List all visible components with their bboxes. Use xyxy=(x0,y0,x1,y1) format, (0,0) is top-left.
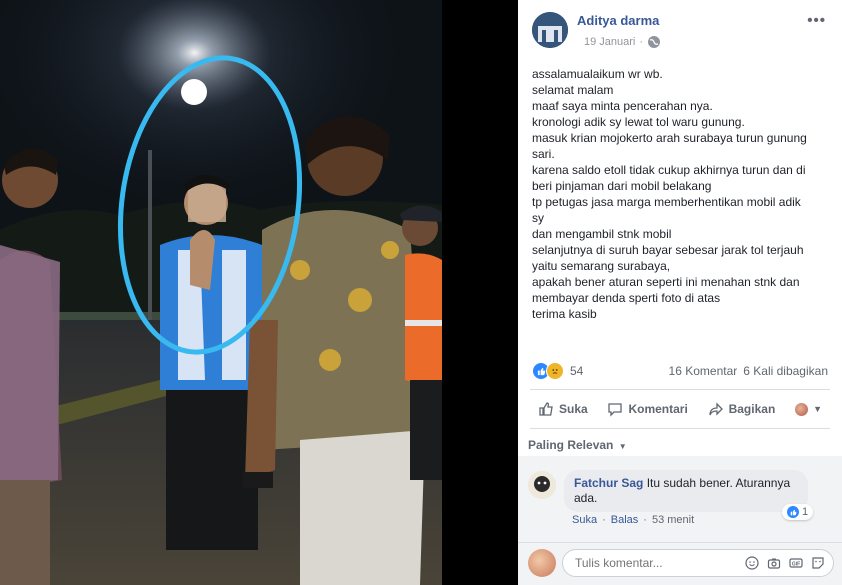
reaction-summary[interactable]: 54 xyxy=(532,362,583,380)
comment-button[interactable]: Komentari xyxy=(599,399,695,419)
chevron-down-icon: ▼ xyxy=(813,404,822,414)
comment-count[interactable]: 16 Komentar xyxy=(669,364,738,378)
post-stats: 16 Komentar 6 Kali dibagikan xyxy=(669,364,828,378)
comment-like-count: 1 xyxy=(802,506,809,518)
emoji-icon[interactable] xyxy=(745,556,759,570)
author-name[interactable]: Aditya darma xyxy=(577,13,659,28)
comments-section: Fatchur Sag Itu sudah bener. Aturannya a… xyxy=(518,456,842,585)
profile-mini-icon xyxy=(795,402,809,416)
sticker-icon[interactable] xyxy=(811,556,825,570)
reaction-picker-button[interactable]: ▼ xyxy=(787,401,830,418)
post-photo[interactable] xyxy=(0,0,442,585)
comment-input[interactable] xyxy=(573,555,737,571)
sort-label: Paling Relevan xyxy=(528,438,614,452)
comment-sort-dropdown[interactable]: Paling Relevan ▼ xyxy=(528,438,627,452)
author-avatar[interactable] xyxy=(532,12,568,48)
divider xyxy=(530,389,830,390)
avatar-image xyxy=(528,471,556,499)
commenter-avatar[interactable] xyxy=(528,471,556,499)
post-line: yaitu semarang surabaya, xyxy=(532,259,671,273)
post-line: tp petugas jasa marga memberhentikan mob… xyxy=(532,195,801,209)
chevron-down-icon: ▼ xyxy=(618,442,627,451)
avatar-image xyxy=(532,12,568,48)
like-button[interactable]: Suka xyxy=(530,399,596,419)
share-label: Bagikan xyxy=(728,402,776,416)
like-reaction-icon xyxy=(787,506,799,518)
share-icon xyxy=(708,402,723,416)
composer-icons: GIF xyxy=(745,556,825,570)
post-line: assalamualaikum wr wb. xyxy=(532,67,663,81)
post-line: selanjutnya di suruh bayar sebesar jarak… xyxy=(532,243,804,257)
comment-like-link[interactable]: Suka xyxy=(572,514,597,526)
more-options-icon[interactable]: ••• xyxy=(807,12,826,29)
post-line: karena saldo etoll tidak cukup akhirnya … xyxy=(532,163,806,177)
comment-reaction-count[interactable]: 1 xyxy=(782,504,814,520)
post-meta: 19 Januari · xyxy=(584,35,661,49)
photo-illustration xyxy=(0,0,442,585)
comment-icon xyxy=(608,403,623,417)
post-line: maaf saya minta pencerahan nya. xyxy=(532,99,713,113)
divider xyxy=(518,542,842,543)
post-actions: Suka Komentari Bagikan ▼ xyxy=(530,395,830,423)
photo-letterbox xyxy=(442,0,518,585)
comment-time[interactable]: 53 menit xyxy=(652,514,694,526)
post-line: apakah bener aturan seperti ini menahan … xyxy=(532,275,800,289)
thumbs-up-icon xyxy=(539,402,553,416)
my-avatar xyxy=(528,549,556,577)
comment-bubble: Fatchur Sag Itu sudah bener. Aturannya a… xyxy=(564,470,808,512)
post-line: terima kasib xyxy=(532,307,597,321)
sad-reaction-icon xyxy=(546,362,564,380)
post-date[interactable]: 19 Januari xyxy=(584,36,635,48)
post-line: selamat malam xyxy=(532,83,614,97)
post-line: sari. xyxy=(532,147,555,161)
post-line: kronologi adik sy lewat tol waru gunung. xyxy=(532,115,745,129)
post-line: sy xyxy=(532,211,544,225)
post-line: membayar denda sperti foto di atas xyxy=(532,291,721,305)
like-label: Suka xyxy=(559,402,588,416)
comment-composer[interactable]: GIF xyxy=(562,549,834,577)
comment-reply-link[interactable]: Balas xyxy=(611,514,639,526)
divider xyxy=(530,428,830,429)
gif-icon[interactable]: GIF xyxy=(789,556,803,570)
camera-icon[interactable] xyxy=(767,556,781,570)
post-line: dan mengambil stnk mobil xyxy=(532,227,672,241)
comment-actions: Suka · Balas · 53 menit xyxy=(572,514,695,526)
comment-label: Komentari xyxy=(628,402,688,416)
facebook-photo-viewer: Aditya darma 19 Januari · ••• assalamual… xyxy=(0,0,842,585)
svg-text:GIF: GIF xyxy=(792,561,800,567)
share-button[interactable]: Bagikan xyxy=(700,399,784,419)
post-details-panel: Aditya darma 19 Januari · ••• assalamual… xyxy=(518,0,842,585)
post-line: masuk krian mojokerto arah surabaya turu… xyxy=(532,131,807,145)
reaction-count: 54 xyxy=(570,364,584,378)
post-line: beri pinjaman dari mobil belakang xyxy=(532,179,712,193)
globe-icon[interactable] xyxy=(647,35,661,49)
commenter-name[interactable]: Fatchur Sag xyxy=(574,476,643,490)
post-body: assalamualaikum wr wb. selamat malam maa… xyxy=(532,66,830,322)
share-count[interactable]: 6 Kali dibagikan xyxy=(743,364,828,378)
